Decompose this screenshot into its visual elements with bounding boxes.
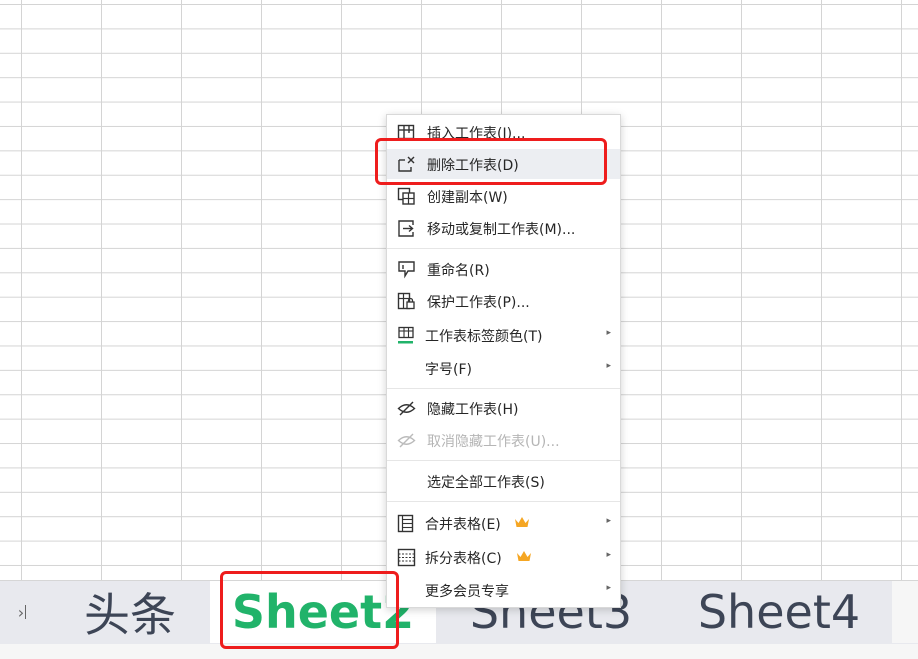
menu-item-label: 合并表格(E) <box>425 517 501 533</box>
menu-item-create-copy[interactable]: 创建副本(W) <box>387 181 620 211</box>
tab-bar-end <box>892 581 918 643</box>
sheet-tab-label: Sheet4 <box>697 585 861 639</box>
sheet-tab-1[interactable]: 头条 <box>50 581 210 643</box>
menu-item-move-copy[interactable]: 移动或复制工作表(M)... <box>387 213 620 243</box>
menu-item-label: 取消隐藏工作表(U)... <box>427 434 560 450</box>
insert-sheet-icon <box>397 124 415 140</box>
menu-item-label: 工作表标签颜色(T) <box>425 329 543 345</box>
unhide-eye-icon <box>397 433 416 448</box>
menu-item-label: 移动或复制工作表(M)... <box>427 222 576 238</box>
menu-item-label: 插入工作表(I)... <box>427 126 526 142</box>
menu-item-protect-sheet[interactable]: 保护工作表(P)... <box>387 286 620 316</box>
sheet-tab-4[interactable]: Sheet4 <box>666 581 892 643</box>
menu-item-label: 更多会员专享 <box>425 584 509 600</box>
submenu-arrow-icon: ▸ <box>606 361 611 371</box>
menu-item-label: 创建副本(W) <box>427 190 508 206</box>
menu-item-tab-color[interactable]: 工作表标签颜色(T) ▸ <box>387 320 620 350</box>
last-sheet-icon: › <box>17 602 25 622</box>
merge-table-icon <box>397 514 414 533</box>
submenu-arrow-icon: ▸ <box>606 583 611 593</box>
menu-item-split-table[interactable]: 拆分表格(C) ▸ <box>387 542 620 572</box>
delete-sheet-icon <box>398 156 415 172</box>
menu-item-label: 拆分表格(C) <box>425 551 502 567</box>
sheet-context-menu: 插入工作表(I)... 删除工作表(D) 创建副本(W) 移动或复制工作表(M)… <box>386 114 621 608</box>
protect-sheet-icon <box>397 292 415 310</box>
menu-item-label: 隐藏工作表(H) <box>427 402 519 418</box>
menu-item-insert-sheet[interactable]: 插入工作表(I)... <box>387 117 620 147</box>
menu-separator <box>387 501 620 502</box>
premium-crown-icon <box>517 551 531 561</box>
menu-item-more-premium[interactable]: 更多会员专享 ▸ <box>387 575 620 605</box>
menu-separator <box>387 248 620 249</box>
split-table-icon <box>397 548 416 567</box>
tab-color-icon <box>398 326 414 344</box>
submenu-arrow-icon: ▸ <box>606 550 611 560</box>
menu-item-label: 删除工作表(D) <box>427 158 519 174</box>
menu-item-label: 选定全部工作表(S) <box>427 475 545 491</box>
menu-item-rename[interactable]: 重命名(R) <box>387 254 620 284</box>
menu-item-hide-sheet[interactable]: 隐藏工作表(H) <box>387 393 620 423</box>
submenu-arrow-icon: ▸ <box>606 328 611 338</box>
move-copy-sheet-icon <box>398 220 414 237</box>
menu-item-font-size[interactable]: 字号(F) ▸ <box>387 353 620 383</box>
menu-separator <box>387 388 620 389</box>
hide-eye-icon <box>397 401 416 416</box>
menu-item-select-all-sheets[interactable]: 选定全部工作表(S) <box>387 466 620 496</box>
copy-sheet-icon <box>397 187 415 205</box>
menu-separator <box>387 460 620 461</box>
menu-item-delete-sheet[interactable]: 删除工作表(D) <box>387 149 620 179</box>
premium-crown-icon <box>515 517 529 527</box>
rename-icon <box>398 261 415 279</box>
menu-item-unhide-sheet[interactable]: 取消隐藏工作表(U)... <box>387 425 620 455</box>
menu-item-label: 重命名(R) <box>427 263 490 279</box>
menu-item-label: 字号(F) <box>425 362 472 378</box>
tab-bar-bottom-strip <box>0 644 918 659</box>
sheet-tab-label: 头条 <box>84 588 176 642</box>
submenu-arrow-icon: ▸ <box>606 516 611 526</box>
last-sheet-button[interactable]: › <box>0 581 44 643</box>
menu-item-merge-table[interactable]: 合并表格(E) ▸ <box>387 508 620 538</box>
menu-item-label: 保护工作表(P)... <box>427 295 530 311</box>
